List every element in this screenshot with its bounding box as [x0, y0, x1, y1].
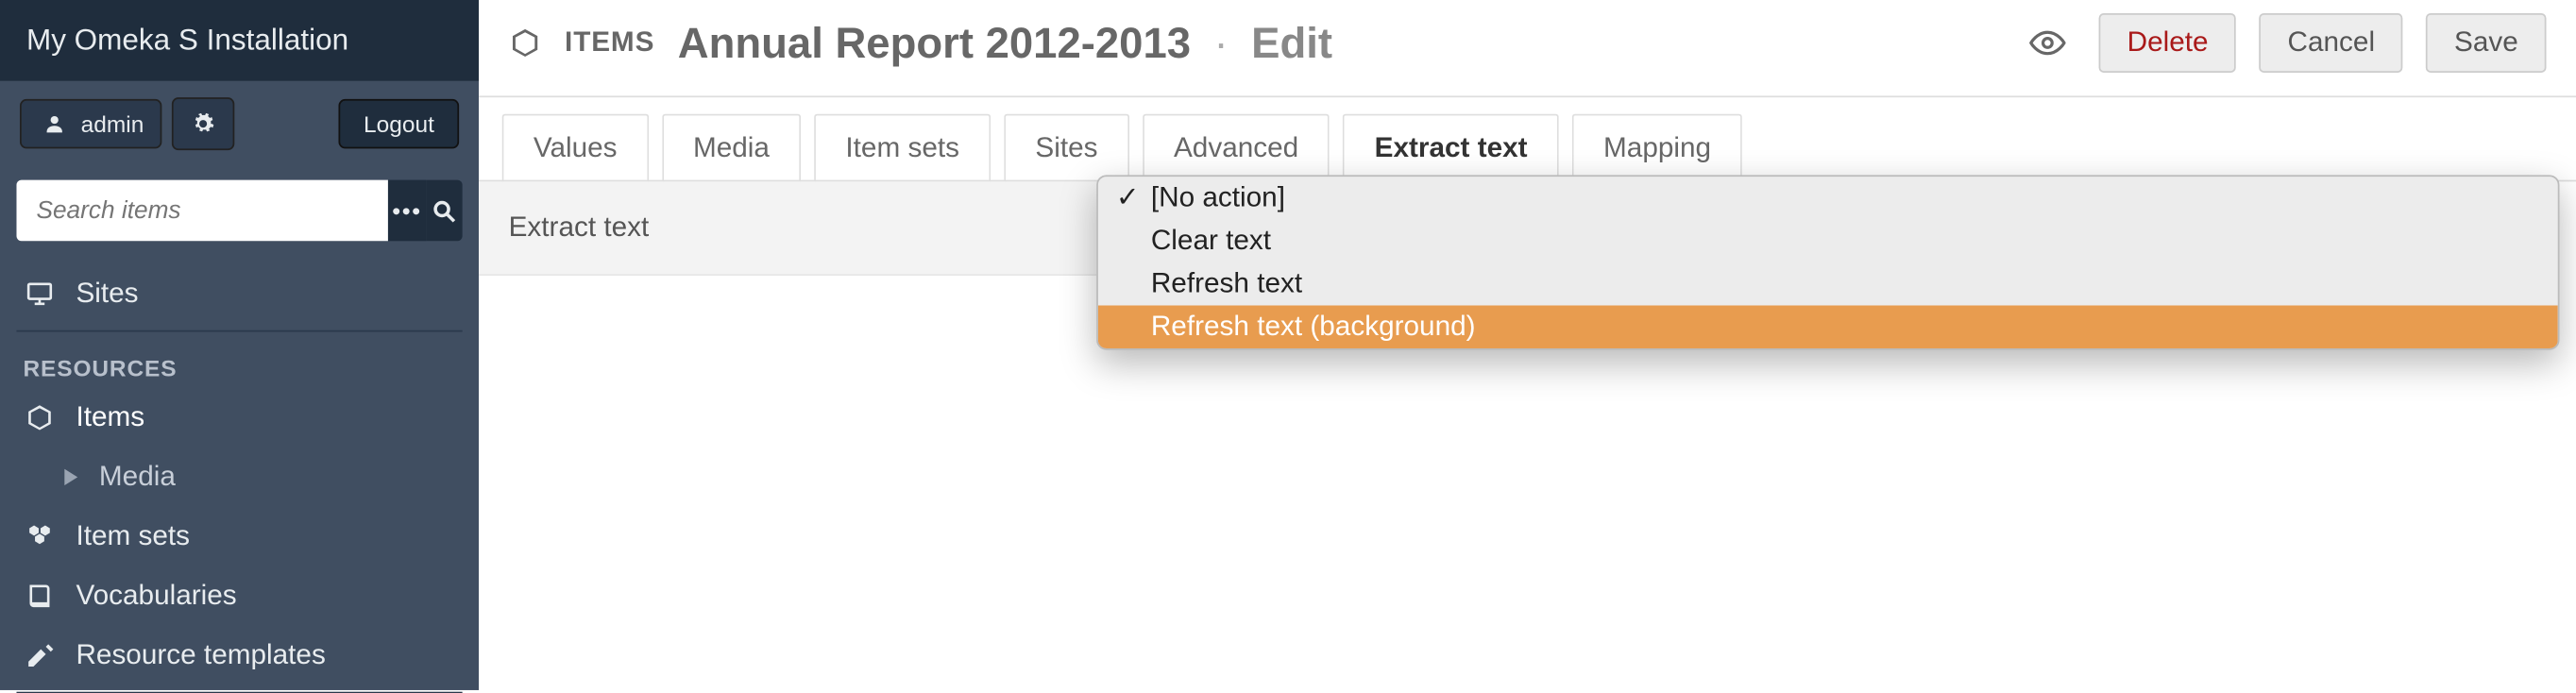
- extract-text-row: Extract text ✓ [No action] Clear text Re…: [479, 181, 2576, 276]
- tab-mapping[interactable]: Mapping: [1572, 114, 1742, 182]
- nav-sites[interactable]: Sites: [0, 264, 479, 324]
- tab-values[interactable]: Values: [502, 114, 649, 182]
- user-settings-button[interactable]: [172, 97, 234, 150]
- nav-label: Sites: [76, 278, 138, 311]
- search-bar: [0, 167, 479, 264]
- logout-button[interactable]: Logout: [339, 99, 459, 148]
- username: admin: [81, 110, 144, 137]
- dropdown-option-refresh-text[interactable]: Refresh text: [1098, 262, 2558, 305]
- option-label: Refresh text: [1151, 267, 1302, 300]
- eye-icon: [2029, 25, 2065, 60]
- cube-icon: [509, 26, 542, 59]
- dropdown-option-refresh-text-bg[interactable]: Refresh text (background): [1098, 306, 2558, 348]
- nav-label: Resource templates: [76, 639, 325, 672]
- user-button[interactable]: admin: [20, 99, 162, 148]
- nav-label: Media: [99, 461, 176, 494]
- nav-vocabularies[interactable]: Vocabularies: [0, 566, 479, 626]
- search-icon: [431, 197, 457, 224]
- nav-label: Item sets: [76, 520, 190, 553]
- caret-right-icon: [62, 461, 78, 494]
- page-title: Annual Report 2012-2013: [678, 17, 1191, 68]
- extract-text-label: Extract text: [479, 181, 1096, 276]
- sidebar: My Omeka S Installation admin Logout: [0, 0, 479, 690]
- tab-sites[interactable]: Sites: [1004, 114, 1129, 182]
- search-input[interactable]: [16, 180, 387, 242]
- main-content: ITEMS Annual Report 2012-2013 · Edit Del…: [479, 0, 2576, 690]
- extract-text-dropdown[interactable]: ✓ [No action] Clear text Refresh text Re…: [1096, 175, 2559, 349]
- nav-heading-resources: RESOURCES: [0, 338, 479, 387]
- nav-media[interactable]: Media: [0, 448, 479, 507]
- edit-icon: [23, 639, 56, 672]
- title-bar: ITEMS Annual Report 2012-2013 · Edit Del…: [479, 0, 2576, 86]
- ellipsis-icon: [392, 206, 421, 215]
- nav-label: Vocabularies: [76, 580, 236, 613]
- user-icon: [38, 108, 71, 141]
- save-button[interactable]: Save: [2426, 13, 2546, 73]
- dropdown-option-clear-text[interactable]: Clear text: [1098, 220, 2558, 262]
- view-button[interactable]: [2020, 15, 2076, 71]
- option-label: [No action]: [1151, 181, 1285, 214]
- tab-media[interactable]: Media: [662, 114, 801, 182]
- nav-label: Items: [76, 401, 144, 434]
- user-bar: admin Logout: [0, 81, 479, 167]
- nav-resource-templates[interactable]: Resource templates: [0, 626, 479, 685]
- breadcrumb[interactable]: ITEMS: [565, 26, 654, 59]
- option-label: Clear text: [1151, 225, 1271, 258]
- book-icon: [23, 580, 56, 613]
- monitor-icon: [23, 278, 56, 311]
- cubes-icon: [23, 520, 56, 553]
- gear-icon: [187, 108, 220, 141]
- tab-extract-text[interactable]: Extract text: [1343, 114, 1558, 182]
- check-icon: ✓: [1114, 181, 1141, 214]
- tabs: Values Media Item sets Sites Advanced Ex…: [479, 97, 2576, 181]
- cancel-button[interactable]: Cancel: [2260, 13, 2403, 73]
- extract-text-field: ✓ [No action] Clear text Refresh text Re…: [1096, 181, 2576, 191]
- nav-separator: [16, 330, 462, 332]
- search-advanced-button[interactable]: [388, 180, 425, 242]
- dropdown-option-no-action[interactable]: ✓ [No action]: [1098, 177, 2558, 219]
- title-separator: ·: [1214, 17, 1229, 68]
- delete-button[interactable]: Delete: [2099, 13, 2236, 73]
- nav-item-sets[interactable]: Item sets: [0, 507, 479, 566]
- page-mode: Edit: [1251, 17, 1332, 68]
- nav-items[interactable]: Items: [0, 388, 479, 448]
- cube-icon: [23, 401, 56, 434]
- install-name[interactable]: My Omeka S Installation: [0, 0, 479, 81]
- tab-item-sets[interactable]: Item sets: [814, 114, 991, 182]
- option-label: Refresh text (background): [1151, 311, 1476, 344]
- search-submit-button[interactable]: [425, 180, 462, 242]
- tab-advanced[interactable]: Advanced: [1143, 114, 1330, 182]
